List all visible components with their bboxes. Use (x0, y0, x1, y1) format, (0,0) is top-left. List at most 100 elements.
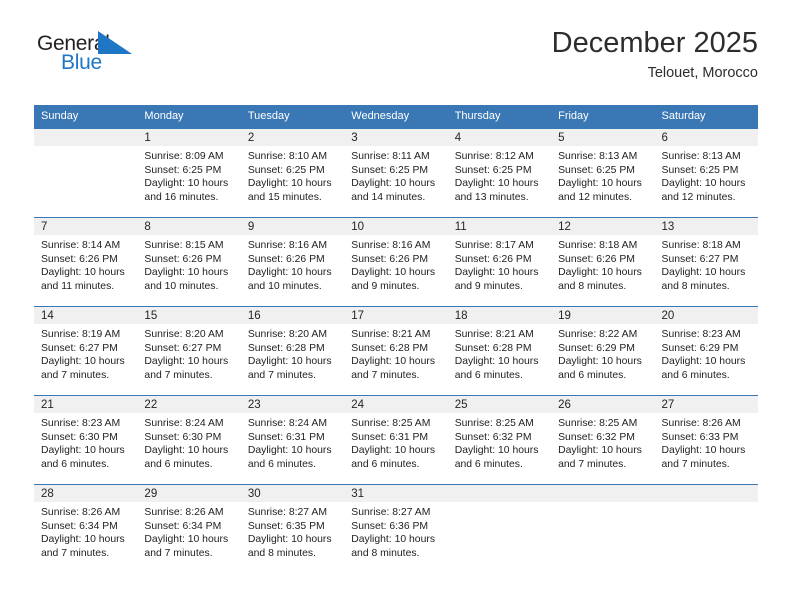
sunset-text: Sunset: 6:30 PM (144, 431, 222, 443)
day-details: Sunrise: 8:24 AM Sunset: 6:30 PM Daylight:… (137, 413, 240, 471)
daylight-text-line2: and 8 minutes. (661, 280, 730, 292)
weekday-header-thursday: Thursday (447, 105, 552, 129)
day-number: 12 (551, 218, 655, 235)
daylight-text-line2: and 7 minutes. (41, 547, 110, 559)
day-number: 15 (137, 307, 241, 324)
calendar-day-cell[interactable]: 8 Sunrise: 8:15 AM Sunset: 6:26 PM Daylight… (137, 217, 241, 307)
daylight-text-line1: Daylight: 10 hours (41, 534, 125, 546)
daylight-text-line2: and 7 minutes. (41, 369, 110, 381)
day-cell-inner (551, 485, 655, 574)
daylight-text-line2: and 6 minutes. (351, 458, 420, 470)
calendar-day-cell[interactable]: 23 Sunrise: 8:24 AM Sunset: 6:31 PM Dayligh… (240, 395, 345, 485)
sunset-text: Sunset: 6:28 PM (454, 342, 532, 354)
day-details: Sunrise: 8:16 AM Sunset: 6:26 PM Daylight:… (344, 235, 447, 293)
calendar-empty-cell (654, 484, 758, 574)
day-details: Sunrise: 8:15 AM Sunset: 6:26 PM Daylight:… (137, 235, 240, 293)
day-number: 22 (137, 396, 241, 413)
sunset-text: Sunset: 6:25 PM (661, 164, 739, 176)
day-details: Sunrise: 8:09 AM Sunset: 6:25 PM Daylight:… (137, 146, 240, 204)
calendar-week-row: 1 Sunrise: 8:09 AM Sunset: 6:25 PM Daylight… (34, 128, 758, 218)
day-cell-inner: 11 Sunrise: 8:17 AM Sunset: 6:26 PM Dayligh… (447, 218, 552, 306)
day-number: 7 (34, 218, 138, 235)
daylight-text-line1: Daylight: 10 hours (558, 445, 642, 457)
day-details: Sunrise: 8:17 AM Sunset: 6:26 PM Daylight:… (448, 235, 551, 293)
day-details: Sunrise: 8:22 AM Sunset: 6:29 PM Daylight:… (551, 324, 654, 382)
day-cell-inner: 2 Sunrise: 8:10 AM Sunset: 6:25 PM Daylight… (240, 129, 345, 217)
sunset-text: Sunset: 6:32 PM (558, 431, 635, 443)
calendar-day-cell[interactable]: 2 Sunrise: 8:10 AM Sunset: 6:25 PM Daylight… (240, 128, 345, 218)
calendar-day-cell[interactable]: 6 Sunrise: 8:13 AM Sunset: 6:25 PM Daylight… (654, 128, 758, 218)
sunset-text: Sunset: 6:26 PM (351, 253, 429, 265)
daylight-text-line2: and 6 minutes. (454, 369, 523, 381)
day-number: 24 (344, 396, 448, 413)
calendar-day-cell[interactable]: 30 Sunrise: 8:27 AM Sunset: 6:35 PM Dayligh… (240, 484, 345, 574)
day-cell-inner: 18 Sunrise: 8:21 AM Sunset: 6:28 PM Dayligh… (447, 307, 552, 395)
sunset-text: Sunset: 6:27 PM (144, 342, 222, 354)
calendar-day-cell[interactable]: 27 Sunrise: 8:26 AM Sunset: 6:33 PM Dayligh… (654, 395, 758, 485)
sunset-text: Sunset: 6:25 PM (351, 164, 429, 176)
daylight-text-line2: and 6 minutes. (247, 458, 317, 470)
calendar-day-cell[interactable]: 7 Sunrise: 8:14 AM Sunset: 6:26 PM Daylight… (34, 217, 138, 307)
day-number (34, 129, 138, 146)
sunrise-text: Sunrise: 8:21 AM (351, 329, 431, 340)
calendar-week-row: 21 Sunrise: 8:23 AM Sunset: 6:30 PM Dayligh… (34, 395, 758, 485)
sunset-text: Sunset: 6:27 PM (41, 342, 118, 354)
day-cell-inner: 31 Sunrise: 8:27 AM Sunset: 6:36 PM Dayligh… (344, 485, 448, 574)
calendar-day-cell[interactable]: 1 Sunrise: 8:09 AM Sunset: 6:25 PM Daylight… (137, 128, 241, 218)
sunset-text: Sunset: 6:30 PM (41, 431, 118, 443)
calendar-day-cell[interactable]: 4 Sunrise: 8:12 AM Sunset: 6:25 PM Daylight… (447, 128, 552, 218)
weekday-header-saturday: Saturday (654, 105, 758, 129)
general-blue-logo[interactable]: General Blue (34, 28, 154, 80)
calendar-day-cell[interactable]: 24 Sunrise: 8:25 AM Sunset: 6:31 PM Dayligh… (344, 395, 448, 485)
sunset-text: Sunset: 6:25 PM (558, 164, 635, 176)
sunset-text: Sunset: 6:29 PM (558, 342, 635, 354)
day-details: Sunrise: 8:16 AM Sunset: 6:26 PM Daylight:… (241, 235, 344, 293)
calendar-day-cell[interactable]: 22 Sunrise: 8:24 AM Sunset: 6:30 PM Dayligh… (137, 395, 241, 485)
blue-triangle-flag-icon (98, 31, 132, 54)
calendar-day-cell[interactable]: 9 Sunrise: 8:16 AM Sunset: 6:26 PM Daylight… (240, 217, 345, 307)
calendar-day-cell[interactable]: 5 Sunrise: 8:13 AM Sunset: 6:25 PM Daylight… (551, 128, 655, 218)
day-number: 16 (240, 307, 345, 324)
day-cell-inner: 29 Sunrise: 8:26 AM Sunset: 6:34 PM Dayligh… (137, 485, 241, 574)
daylight-text-line2: and 9 minutes. (454, 280, 523, 292)
calendar-day-cell[interactable]: 17 Sunrise: 8:21 AM Sunset: 6:28 PM Dayligh… (344, 306, 448, 396)
day-details: Sunrise: 8:24 AM Sunset: 6:31 PM Daylight:… (241, 413, 344, 471)
sunrise-text: Sunrise: 8:09 AM (144, 151, 224, 162)
sunrise-text: Sunrise: 8:13 AM (558, 151, 638, 162)
daylight-text-line2: and 10 minutes. (247, 280, 322, 292)
page-subtitle: Telouet, Morocco (647, 65, 758, 82)
calendar-day-cell[interactable]: 12 Sunrise: 8:18 AM Sunset: 6:26 PM Dayligh… (551, 217, 655, 307)
calendar-day-cell[interactable]: 10 Sunrise: 8:16 AM Sunset: 6:26 PM Dayligh… (344, 217, 448, 307)
calendar-day-cell[interactable]: 3 Sunrise: 8:11 AM Sunset: 6:25 PM Daylight… (344, 128, 448, 218)
sunrise-text: Sunrise: 8:14 AM (41, 240, 121, 251)
daylight-text-line1: Daylight: 10 hours (558, 356, 642, 368)
calendar-day-cell[interactable]: 25 Sunrise: 8:25 AM Sunset: 6:32 PM Dayligh… (447, 395, 552, 485)
calendar-day-cell[interactable]: 29 Sunrise: 8:26 AM Sunset: 6:34 PM Dayligh… (137, 484, 241, 574)
calendar-day-cell[interactable]: 19 Sunrise: 8:22 AM Sunset: 6:29 PM Dayligh… (551, 306, 655, 396)
weekday-header-sunday: Sunday (34, 105, 138, 129)
daylight-text-line2: and 7 minutes. (351, 369, 420, 381)
daylight-text-line1: Daylight: 10 hours (661, 356, 746, 368)
day-number: 6 (654, 129, 758, 146)
daylight-text-line1: Daylight: 10 hours (144, 267, 229, 279)
sunset-text: Sunset: 6:33 PM (661, 431, 739, 443)
calendar-day-cell[interactable]: 26 Sunrise: 8:25 AM Sunset: 6:32 PM Dayligh… (551, 395, 655, 485)
calendar-day-cell[interactable]: 14 Sunrise: 8:19 AM Sunset: 6:27 PM Dayligh… (34, 306, 138, 396)
daylight-text-line1: Daylight: 10 hours (454, 356, 539, 368)
calendar-day-cell[interactable]: 21 Sunrise: 8:23 AM Sunset: 6:30 PM Dayligh… (34, 395, 138, 485)
day-cell-inner: 1 Sunrise: 8:09 AM Sunset: 6:25 PM Daylight… (137, 129, 241, 217)
calendar-day-cell[interactable]: 20 Sunrise: 8:23 AM Sunset: 6:29 PM Dayligh… (654, 306, 758, 396)
calendar-day-cell[interactable]: 16 Sunrise: 8:20 AM Sunset: 6:28 PM Dayligh… (240, 306, 345, 396)
calendar-day-cell[interactable]: 31 Sunrise: 8:27 AM Sunset: 6:36 PM Dayligh… (344, 484, 448, 574)
calendar-empty-cell (34, 128, 138, 218)
calendar-day-cell[interactable]: 28 Sunrise: 8:26 AM Sunset: 6:34 PM Dayligh… (34, 484, 138, 574)
day-cell-inner: 17 Sunrise: 8:21 AM Sunset: 6:28 PM Dayligh… (344, 307, 448, 395)
sunrise-text: Sunrise: 8:26 AM (661, 418, 741, 429)
calendar-day-cell[interactable]: 11 Sunrise: 8:17 AM Sunset: 6:26 PM Dayligh… (447, 217, 552, 307)
calendar-week-row: 7 Sunrise: 8:14 AM Sunset: 6:26 PM Daylight… (34, 217, 758, 307)
calendar-day-cell[interactable]: 18 Sunrise: 8:21 AM Sunset: 6:28 PM Dayligh… (447, 306, 552, 396)
calendar-day-cell[interactable]: 15 Sunrise: 8:20 AM Sunset: 6:27 PM Dayligh… (137, 306, 241, 396)
sunrise-text: Sunrise: 8:13 AM (661, 151, 741, 162)
calendar-day-cell[interactable]: 13 Sunrise: 8:18 AM Sunset: 6:27 PM Dayligh… (654, 217, 758, 307)
day-number: 8 (137, 218, 241, 235)
